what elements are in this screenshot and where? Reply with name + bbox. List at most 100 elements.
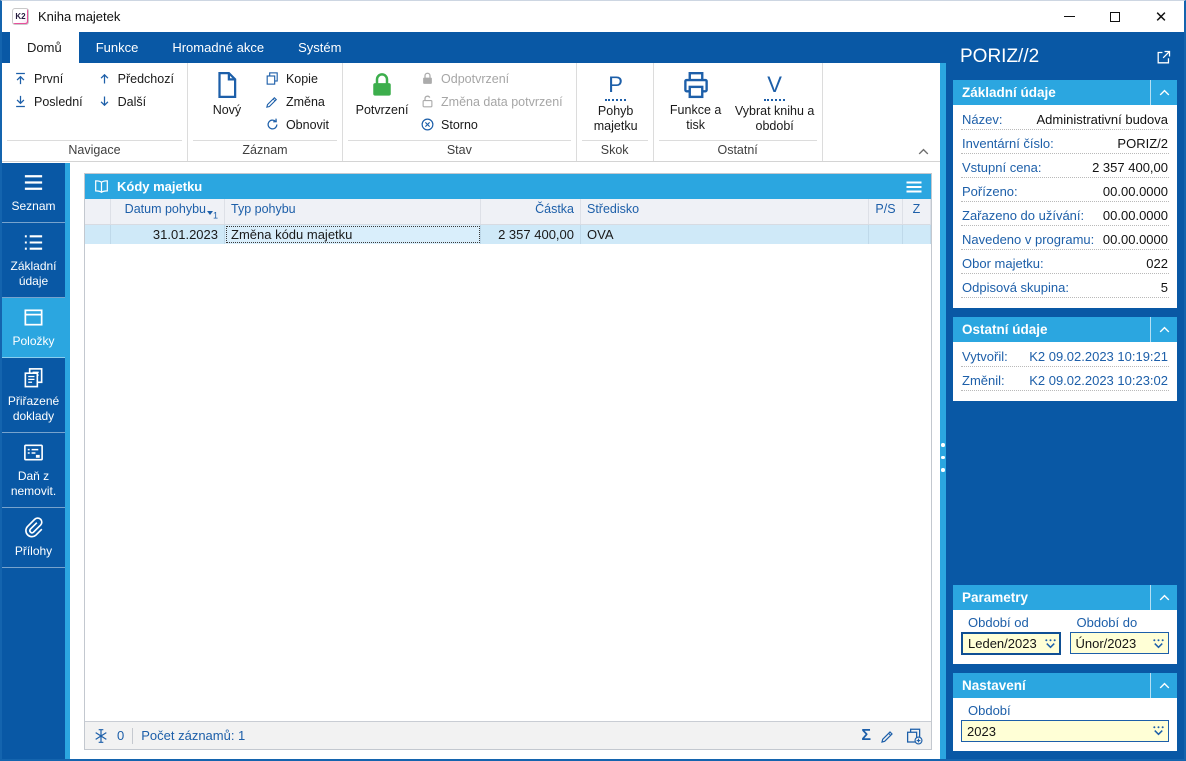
collapse-section-button[interactable]: [1150, 317, 1177, 342]
column-header-datum-pohybu[interactable]: Datum pohybu 1: [111, 199, 225, 224]
storno-button[interactable]: Storno: [415, 113, 572, 136]
label-obdobi-od: Období od: [968, 615, 1029, 630]
lock-open-gray-icon: [422, 95, 433, 108]
label-obdobi: Období: [968, 703, 1011, 718]
section-zakladni-udaje: Základní údaje Název: Administrativní bud…: [953, 80, 1177, 308]
settings-period-input[interactable]: [961, 720, 1169, 742]
paperclip-icon: [25, 517, 43, 538]
letter-v-icon: V: [764, 72, 785, 101]
dropdown-icon[interactable]: [1151, 725, 1166, 737]
app-window: K2 Kniha majetek ✕ Domů Funkce Hromadné …: [0, 0, 1186, 761]
flag-count: 0: [117, 728, 125, 743]
column-header-stredisko[interactable]: Středisko: [581, 199, 869, 224]
last-button[interactable]: Poslední: [8, 90, 92, 113]
title-bar: K2 Kniha majetek ✕: [2, 1, 1184, 32]
column-header-typ-pohybu[interactable]: Typ pohybu: [225, 199, 481, 224]
window-title: Kniha majetek: [38, 9, 121, 24]
section-ostatni-udaje: Ostatní údaje Vytvořil: K2 09.02.2023 10:…: [953, 317, 1177, 401]
tab-hromadne-akce[interactable]: Hromadné akce: [155, 32, 281, 63]
dropdown-icon[interactable]: [1043, 638, 1058, 650]
menu-icon: [23, 175, 44, 190]
cancel-circle-icon: [421, 118, 434, 131]
table-row[interactable]: 31.01.2023 Změna kódu majetku 2 357 400,…: [85, 224, 931, 244]
column-header-ps[interactable]: P/S: [869, 199, 903, 224]
row-datum-cell[interactable]: 31.01.2023: [111, 224, 225, 244]
sidebar-item-dan-z-nemovit[interactable]: Daň z nemovit.: [2, 433, 65, 508]
row-z-cell[interactable]: [903, 224, 931, 244]
arrow-down-bar-icon: [15, 95, 26, 108]
row-ps-cell[interactable]: [869, 224, 903, 244]
functions-print-button[interactable]: Funkce a tisk: [660, 67, 732, 140]
table-header-row: Datum pohybu 1 Typ pohybu Částka Středisk…: [85, 199, 931, 225]
row-stredisko-cell[interactable]: OVA: [581, 224, 869, 244]
previous-button[interactable]: Předchozí: [92, 67, 183, 90]
chevron-up-icon: [1158, 89, 1170, 96]
next-button[interactable]: Další: [92, 90, 183, 113]
group-label-skok: Skok: [581, 140, 648, 161]
table-title-bar: Kódy majetku: [85, 174, 931, 199]
collapse-section-button[interactable]: [1150, 80, 1177, 105]
asset-movement-button[interactable]: P Pohyb majetku: [583, 67, 649, 140]
ribbon-group-zaznam: Nový Kopie Změna Obnovit Záznam: [188, 63, 344, 161]
copy-button[interactable]: Kopie: [260, 67, 338, 90]
first-button[interactable]: První: [8, 67, 92, 90]
column-header-castka[interactable]: Částka: [481, 199, 581, 224]
ribbon-group-stav: Potvrzení Odpotvrzení Změna data potvrze…: [343, 63, 577, 161]
tab-system[interactable]: Systém: [281, 32, 358, 63]
sidebar-item-zakladni-udaje[interactable]: Základní údaje: [2, 223, 65, 298]
chevron-up-icon: [1158, 594, 1170, 601]
change-confirm-date-button: Změna data potvrzení: [415, 90, 572, 113]
section-title: Základní údaje: [962, 85, 1056, 100]
confirm-button[interactable]: Potvrzení: [349, 67, 415, 140]
arrow-up-icon: [100, 74, 109, 85]
main-area: Kódy majetku Datum pohybu 1 Typ pohybu Čá…: [70, 163, 940, 759]
detail-panel: PORIZ//2 Základní údaje Název: Administra…: [946, 32, 1184, 759]
edit-pencil-icon: [266, 97, 277, 108]
tab-funkce[interactable]: Funkce: [79, 32, 156, 63]
app-logo-icon: K2: [12, 8, 29, 25]
sidebar-item-seznam[interactable]: Seznam: [2, 163, 65, 223]
open-in-window-icon[interactable]: [1155, 49, 1172, 66]
minimize-button[interactable]: [1046, 1, 1092, 32]
sidebar-item-prirazene-doklady[interactable]: Přiřazené doklady: [2, 358, 65, 433]
select-book-period-button[interactable]: V Vybrat knihu a období: [732, 67, 818, 140]
maximize-button[interactable]: [1092, 1, 1138, 32]
settings-period-combobox[interactable]: [961, 720, 1169, 742]
tab-domu[interactable]: Domů: [10, 32, 79, 63]
column-header-z[interactable]: Z: [903, 199, 931, 224]
edit-pencil-small-icon[interactable]: [880, 728, 896, 744]
row-castka-cell[interactable]: 2 357 400,00: [481, 224, 581, 244]
group-label-navigace: Navigace: [7, 140, 182, 161]
new-button[interactable]: Nový: [194, 67, 260, 140]
new-document-icon: [218, 72, 237, 98]
ribbon-collapse-icon[interactable]: [917, 145, 930, 158]
field-porizeno: Pořízeno: 00.00.0000: [961, 178, 1169, 202]
section-title: Nastavení: [962, 678, 1026, 693]
table-menu-icon[interactable]: [905, 180, 923, 194]
change-button[interactable]: Změna: [260, 90, 338, 113]
period-from-combobox[interactable]: [961, 632, 1061, 655]
period-to-combobox[interactable]: [1069, 632, 1169, 655]
refresh-icon: [267, 118, 278, 130]
list-icon: [23, 235, 44, 250]
refresh-button[interactable]: Obnovit: [260, 113, 338, 136]
close-button[interactable]: ✕: [1138, 1, 1184, 32]
sidebar-item-polozky[interactable]: Položky: [2, 298, 65, 358]
panel-spacer: [953, 410, 1177, 585]
splitter-handle-icon: [941, 443, 945, 472]
group-label-zaznam: Záznam: [192, 140, 338, 161]
lock-closed-green-icon: [372, 73, 393, 97]
sum-sigma-icon[interactable]: Σ: [861, 727, 871, 745]
section-title: Ostatní údaje: [962, 322, 1048, 337]
asterisk-filter-icon[interactable]: [93, 728, 109, 744]
collapse-section-button[interactable]: [1150, 673, 1177, 698]
collapse-section-button[interactable]: [1150, 585, 1177, 610]
left-sidebar: Seznam Základní údaje Položky Přiřazené …: [2, 163, 65, 759]
sidebar-item-prilohy[interactable]: Přílohy: [2, 508, 65, 568]
add-document-icon[interactable]: [905, 727, 923, 745]
field-zarazeno: Zařazeno do užívání: 00.00.0000: [961, 202, 1169, 226]
ribbon: První Předchozí Poslední Další Navigace …: [2, 63, 940, 162]
row-typ-cell-selected[interactable]: Změna kódu majetku: [225, 224, 481, 244]
dropdown-icon[interactable]: [1151, 638, 1166, 650]
record-count-label: Počet záznamů: 1: [141, 728, 246, 743]
